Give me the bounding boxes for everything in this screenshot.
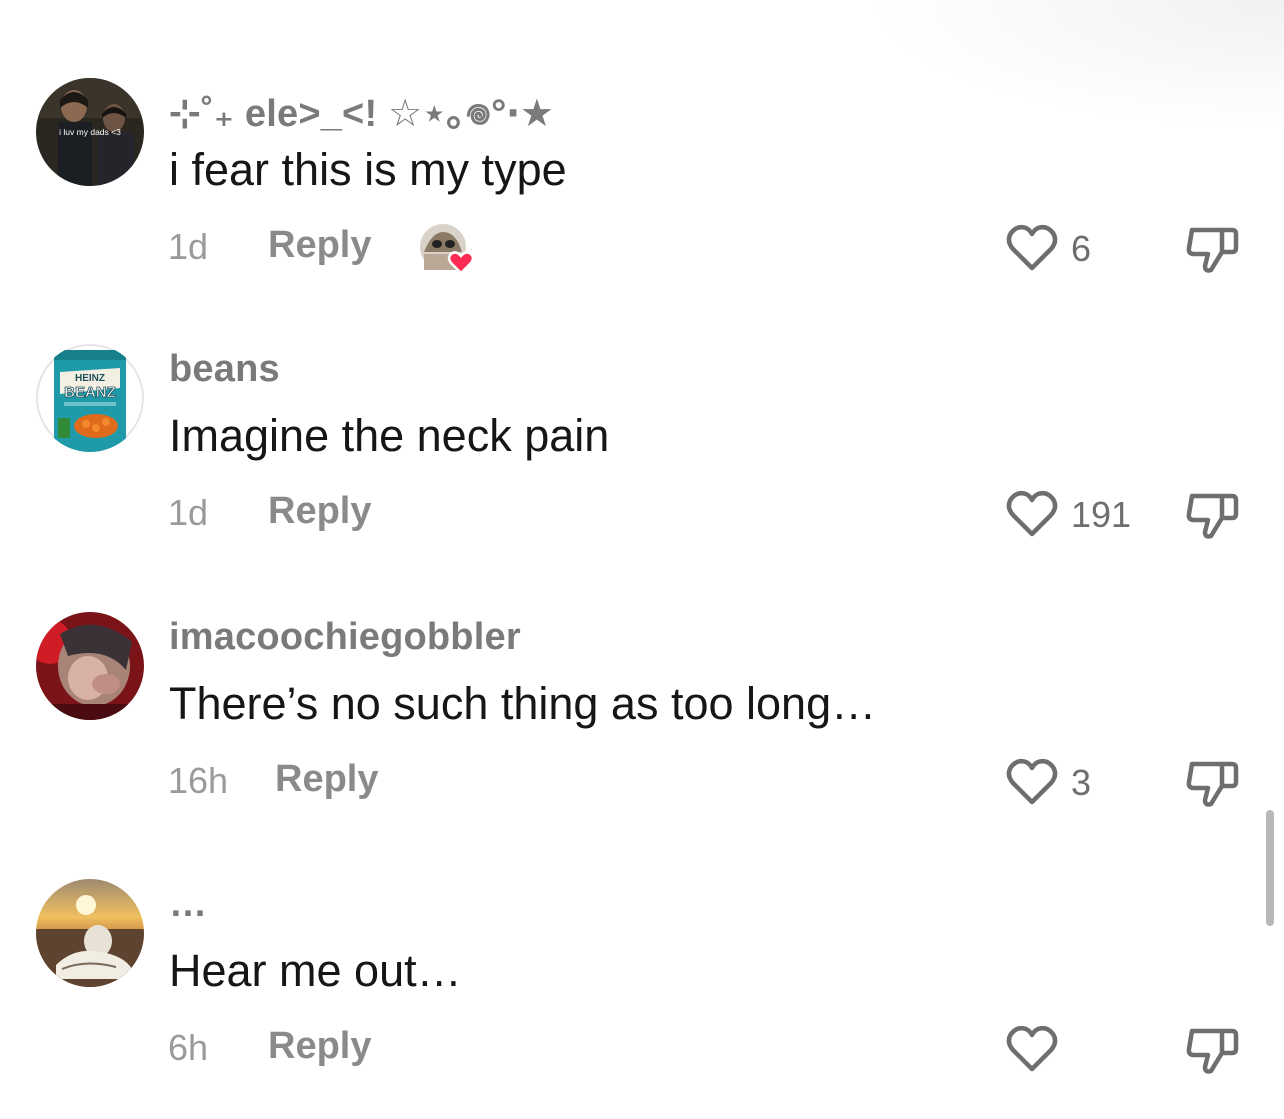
reply-button[interactable]: Reply <box>268 1025 371 1068</box>
username[interactable]: beans <box>169 348 280 391</box>
comment-text: There’s no such thing as too long… <box>169 678 877 729</box>
comment-item: imacoochiegobbler There’s no such thing … <box>0 612 1284 852</box>
thumbs-down-icon <box>1186 227 1239 273</box>
dislike-button[interactable] <box>1184 488 1240 542</box>
heart-outline-icon <box>1006 758 1058 805</box>
comment-text: Imagine the neck pain <box>169 410 610 461</box>
avatar[interactable] <box>36 879 144 987</box>
avatar[interactable] <box>36 612 144 720</box>
comment-item: … Hear me out… 6h Reply <box>0 879 1284 1119</box>
comment-text: i fear this is my type <box>169 144 567 195</box>
comment-text: Hear me out… <box>169 945 462 996</box>
reply-button[interactable]: Reply <box>268 490 371 533</box>
like-count: 3 <box>1071 762 1092 803</box>
comment-time: 1d <box>168 492 209 533</box>
comment-item: HEINZ BEANZ beans Imagine the neck pain … <box>0 344 1284 584</box>
heart-outline-icon <box>1006 1025 1058 1072</box>
like-button[interactable] <box>1005 1025 1059 1073</box>
avatar-product: BEANZ <box>64 384 116 401</box>
username[interactable]: ⊹˚₊ ele>_<! ☆⋆｡𖦹°‧★ <box>169 82 554 138</box>
like-count: 191 <box>1071 494 1132 535</box>
thumbs-down-icon <box>1186 761 1239 807</box>
comment-time: 16h <box>168 760 229 801</box>
username[interactable]: … <box>169 883 207 926</box>
dislike-button[interactable] <box>1184 756 1240 810</box>
creator-liked-badge <box>418 222 476 276</box>
comment-time: 1d <box>168 226 209 267</box>
like-button[interactable] <box>1005 490 1059 538</box>
avatar[interactable]: HEINZ BEANZ <box>36 344 144 452</box>
heart-outline-icon <box>1006 224 1058 271</box>
dislike-button[interactable] <box>1184 222 1240 276</box>
avatar-brand: HEINZ <box>75 373 105 384</box>
avatar[interactable]: i luv my dads <3 <box>36 78 144 186</box>
heart-outline-icon <box>1006 490 1058 537</box>
like-button[interactable] <box>1005 758 1059 806</box>
comment-time: 6h <box>168 1027 209 1068</box>
like-count: 6 <box>1071 228 1092 269</box>
thumbs-down-icon <box>1186 1028 1239 1074</box>
comment-item: i luv my dads <3 ⊹˚₊ ele>_<! ☆⋆｡𖦹°‧★ i f… <box>0 78 1284 318</box>
thumbs-down-icon <box>1186 493 1239 539</box>
avatar-caption: i luv my dads <3 <box>59 127 121 137</box>
dislike-button[interactable] <box>1184 1023 1240 1077</box>
reply-button[interactable]: Reply <box>275 758 378 801</box>
reply-button[interactable]: Reply <box>268 224 371 267</box>
username[interactable]: imacoochiegobbler <box>169 616 521 659</box>
scrollbar[interactable] <box>1266 810 1274 926</box>
like-button[interactable] <box>1005 224 1059 272</box>
